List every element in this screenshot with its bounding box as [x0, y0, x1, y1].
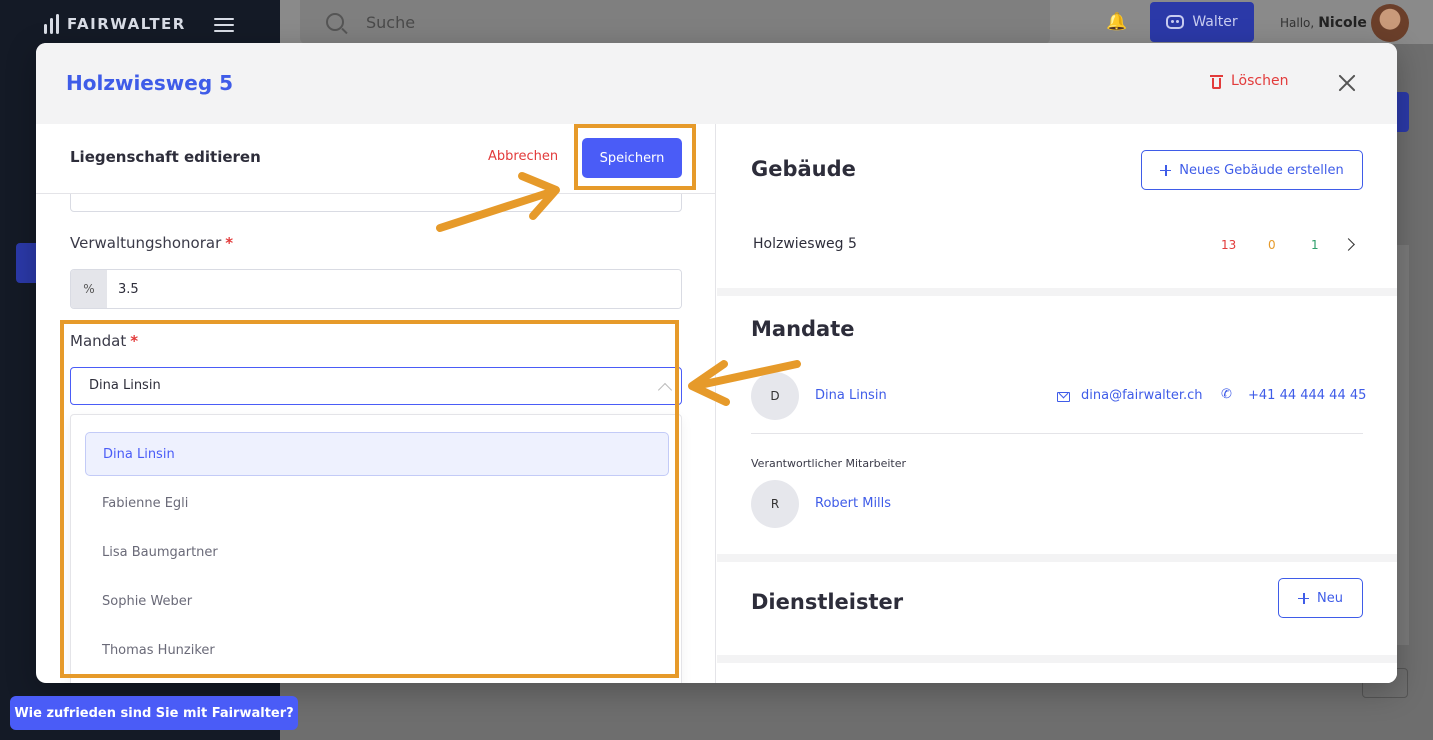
assistant-button[interactable]: Walter [1150, 2, 1254, 42]
plus-icon [1298, 592, 1310, 604]
count-green: 1 [1311, 238, 1319, 252]
responsible-avatar: R [751, 480, 799, 528]
mandate-option[interactable]: Thomas Hunziker [85, 628, 669, 672]
owner-phone-link[interactable]: +41 44 444 44 45 [1248, 388, 1366, 403]
modal-title: Holzwiesweg 5 [66, 71, 234, 95]
user-name: Nicole [1318, 15, 1367, 31]
new-provider-button[interactable]: Neu [1278, 578, 1363, 618]
avatar[interactable] [1371, 4, 1409, 42]
mandate-option[interactable]: Fabienne Egli [85, 481, 669, 525]
mandate-option[interactable]: Sophie Weber [85, 579, 669, 623]
owner-email-link[interactable]: dina@fairwalter.ch [1081, 388, 1203, 403]
trash-icon [1210, 74, 1223, 89]
buildings-section: Gebäude Neues Gebäude erstellen Holzwies… [717, 124, 1397, 288]
phone-icon: ✆ [1221, 387, 1232, 402]
building-row[interactable]: Holzwiesweg 5 13 0 1 [717, 224, 1397, 268]
building-name: Holzwiesweg 5 [753, 236, 857, 252]
background-action-button [1397, 92, 1409, 132]
mandates-section: Mandate D Dina Linsin dina@fairwalter.ch… [717, 296, 1397, 554]
edit-panel-title: Liegenschaft editieren [70, 148, 261, 166]
new-building-button[interactable]: Neues Gebäude erstellen [1141, 150, 1363, 190]
robot-icon [1166, 15, 1185, 29]
buildings-title: Gebäude [751, 157, 856, 181]
owner-name-link[interactable]: Dina Linsin [815, 388, 887, 403]
menu-icon[interactable] [214, 18, 234, 36]
fee-field[interactable]: % [70, 269, 682, 309]
chevron-up-icon [657, 382, 673, 398]
bell-icon[interactable]: 🔔 [1106, 12, 1127, 32]
owner-avatar: D [751, 372, 799, 420]
delete-button[interactable]: Löschen [1210, 73, 1288, 89]
edit-panel-header: Liegenschaft editieren Abbrechen Speiche… [36, 124, 715, 194]
divider [751, 433, 1363, 434]
next-section [717, 663, 1397, 683]
plus-icon [1160, 164, 1172, 176]
chevron-right-icon [1342, 238, 1355, 251]
count-red: 13 [1221, 238, 1237, 252]
providers-title: Dienstleister [751, 590, 904, 614]
app-logo: FAIRWALTER [44, 14, 186, 34]
responsible-name-link[interactable]: Robert Mills [815, 496, 891, 511]
fee-label: Verwaltungshonorar * [70, 234, 234, 252]
save-button[interactable]: Speichern [582, 138, 682, 178]
close-icon[interactable] [1336, 72, 1358, 94]
greeting: Hallo, Nicole [1280, 15, 1367, 31]
mandate-select[interactable]: Dina Linsin [70, 367, 682, 405]
percent-addon: % [71, 270, 107, 308]
mandates-title: Mandate [751, 317, 855, 341]
feedback-button[interactable]: Wie zufrieden sind Sie mit Fairwalter? [10, 696, 298, 730]
mandate-option[interactable]: Lisa Baumgartner [85, 530, 669, 574]
logo-mark-icon [44, 14, 59, 34]
info-panel: Gebäude Neues Gebäude erstellen Holzwies… [717, 124, 1397, 683]
search-icon [326, 13, 344, 31]
background-card [1397, 245, 1409, 645]
modal-header: Holzwiesweg 5 Löschen [36, 43, 1397, 124]
property-modal: Holzwiesweg 5 Löschen Liegenschaft editi… [36, 43, 1397, 683]
mandate-selected-value: Dina Linsin [89, 378, 161, 393]
mandate-option[interactable]: Dina Linsin [85, 432, 669, 476]
sidebar-active-item[interactable] [16, 243, 36, 283]
responsible-label: Verantwortlicher Mitarbeiter [751, 457, 906, 470]
mandate-label: Mandat * [70, 332, 139, 350]
edit-panel: Liegenschaft editieren Abbrechen Speiche… [36, 124, 716, 683]
cancel-button[interactable]: Abbrechen [488, 149, 558, 164]
fee-input[interactable] [107, 270, 681, 308]
mandate-dropdown: Dina Linsin Fabienne Egli Lisa Baumgartn… [70, 414, 682, 683]
count-orange: 0 [1268, 238, 1276, 252]
providers-section: Dienstleister Neu [717, 562, 1397, 655]
search-input[interactable]: Suche [366, 13, 415, 32]
mail-icon [1057, 392, 1070, 402]
